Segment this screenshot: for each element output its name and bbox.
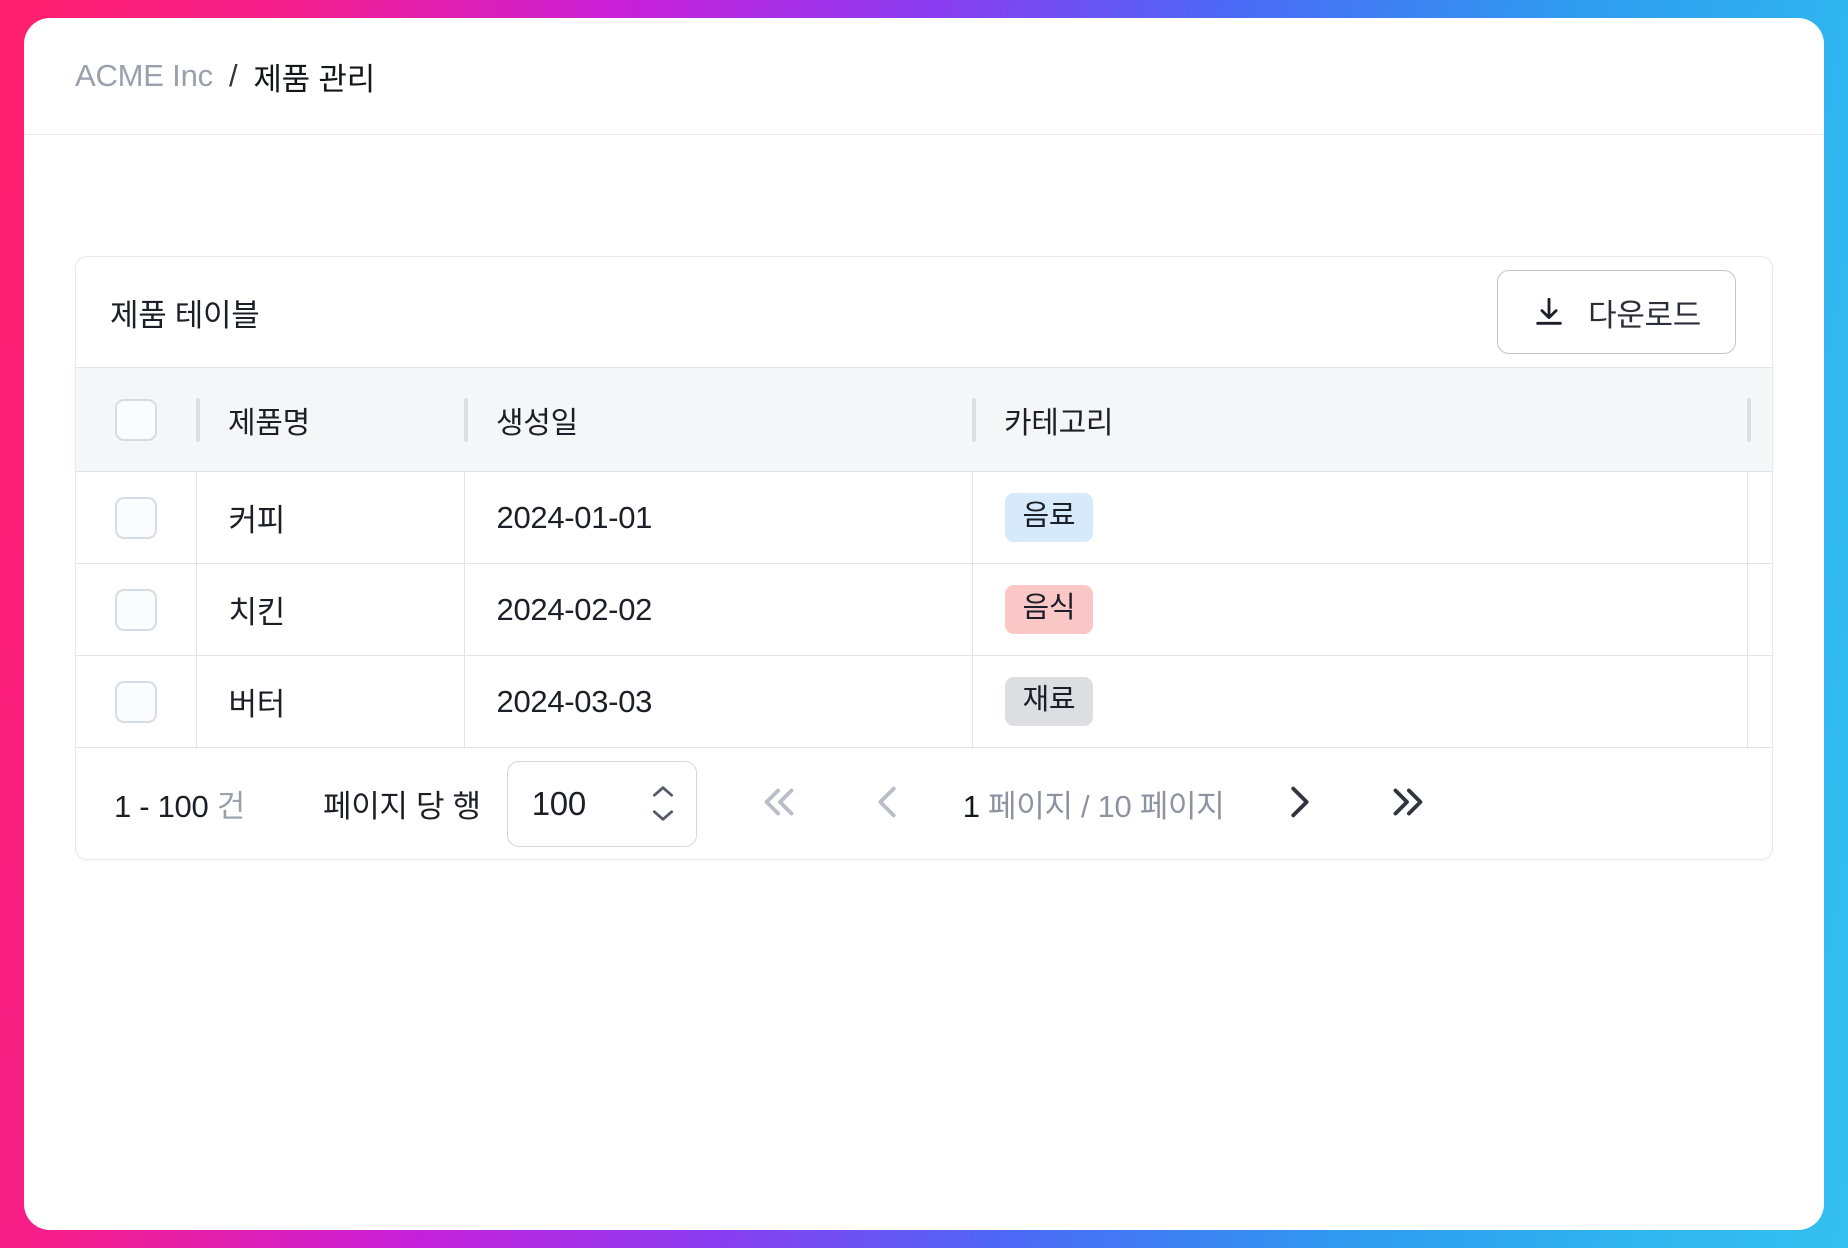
download-button[interactable]: 다운로드 [1497, 270, 1736, 354]
breadcrumb-org[interactable]: ACME Inc [75, 58, 213, 94]
table-body: 커피 2024-01-01 음료 치킨 2024-02-02 음식 버터 202… [76, 471, 1772, 748]
card-header: 제품 테이블 다운로드 [76, 257, 1772, 367]
table-head: 제품명 생성일 카테고리 [76, 367, 1772, 472]
header-product-name[interactable]: 제품명 [196, 368, 464, 472]
table-row[interactable]: 커피 2024-01-01 음료 [76, 471, 1772, 564]
column-divider-icon[interactable] [972, 397, 976, 442]
row-select-cell [76, 471, 197, 564]
previous-page-button[interactable] [865, 779, 911, 828]
row-range-unit: 건 [216, 789, 246, 824]
next-page-button[interactable] [1276, 779, 1322, 828]
card-title: 제품 테이블 [110, 297, 260, 333]
row-checkbox[interactable] [115, 496, 157, 539]
rows-per-page-stepper[interactable] [506, 760, 697, 847]
cell-overflow [1747, 471, 1772, 564]
header-category-label: 카테고리 [1004, 406, 1114, 440]
stepper-arrows[interactable] [650, 784, 676, 823]
header-select-all [76, 368, 196, 472]
header-overflow-column[interactable] [1747, 368, 1772, 472]
row-select-cell [76, 655, 197, 748]
breadcrumb-current-page: 제품 관리 [253, 61, 376, 97]
breadcrumb: ACME Inc / 제품 관리 [24, 18, 1824, 135]
row-checkbox[interactable] [115, 680, 157, 723]
select-all-checkbox[interactable] [115, 398, 157, 441]
chevron-down-icon [652, 810, 673, 821]
page-body: 제품 테이블 다운로드 제품명 생성일 카테고리 커피 2024-01-01 음… [24, 135, 1824, 860]
rows-per-page-label: 페이지 당 행 [322, 789, 481, 824]
category-badge: 음식 [1004, 585, 1094, 634]
row-range-label: 1 - 100 건 [114, 781, 245, 826]
last-page-button[interactable] [1384, 779, 1430, 828]
app-window: ACME Inc / 제품 관리 제품 테이블 다운로드 제품명 생성일 카테고… [24, 18, 1824, 1230]
cell-category: 음식 [972, 563, 1748, 656]
chevrons-right-icon [1384, 779, 1430, 828]
table-row[interactable]: 치킨 2024-02-02 음식 [76, 563, 1772, 656]
row-checkbox[interactable] [115, 588, 157, 631]
header-category[interactable]: 카테고리 [972, 368, 1747, 472]
cell-created-date: 2024-01-01 [464, 471, 973, 564]
cell-product-name: 버터 [196, 655, 465, 748]
cell-category: 재료 [972, 655, 1748, 748]
header-created-date[interactable]: 생성일 [464, 368, 972, 472]
rows-per-page-input[interactable] [531, 784, 624, 823]
cell-created-date: 2024-02-02 [464, 563, 973, 656]
total-pages-label: 페이지 / 10 페이지 [988, 789, 1225, 824]
cell-overflow [1747, 563, 1772, 656]
cell-product-name: 치킨 [196, 563, 465, 656]
table-row[interactable]: 버터 2024-03-03 재료 [76, 655, 1772, 748]
chevron-right-icon [1276, 779, 1322, 828]
category-badge: 음료 [1004, 493, 1094, 542]
cell-created-date: 2024-03-03 [464, 655, 973, 748]
column-divider-icon[interactable] [464, 397, 468, 442]
cell-category: 음료 [972, 471, 1748, 564]
products-table: 제품명 생성일 카테고리 커피 2024-01-01 음료 치킨 2024-02… [76, 367, 1772, 748]
first-page-button[interactable] [757, 779, 803, 828]
table-header-row: 제품명 생성일 카테고리 [76, 367, 1772, 472]
page-indicator: 1 페이지 / 10 페이지 [963, 781, 1225, 826]
download-button-label: 다운로드 [1588, 297, 1701, 333]
pagination-bar: 1 - 100 건 페이지 당 행 100 1 페이지 / 10 페이지 [76, 748, 1772, 859]
gradient-backdrop: ACME Inc / 제품 관리 제품 테이블 다운로드 제품명 생성일 카테고… [0, 0, 1848, 1248]
chevron-up-icon [652, 786, 673, 797]
header-product-name-label: 제품명 [228, 406, 310, 440]
column-divider-icon[interactable] [196, 397, 200, 442]
header-created-date-label: 생성일 [496, 406, 578, 440]
row-range-value: 1 - 100 [114, 789, 209, 824]
cell-product-name: 커피 [196, 471, 465, 564]
chevrons-left-icon [757, 779, 803, 828]
chevron-left-icon [865, 779, 911, 828]
breadcrumb-separator: / [228, 58, 238, 93]
cell-overflow [1747, 655, 1772, 748]
row-select-cell [76, 563, 197, 656]
category-badge: 재료 [1004, 677, 1094, 726]
current-page-number: 1 [962, 789, 980, 824]
product-table-card: 제품 테이블 다운로드 제품명 생성일 카테고리 커피 2024-01-01 음… [75, 256, 1773, 860]
column-divider-icon[interactable] [1747, 397, 1751, 442]
download-icon [1532, 295, 1566, 329]
